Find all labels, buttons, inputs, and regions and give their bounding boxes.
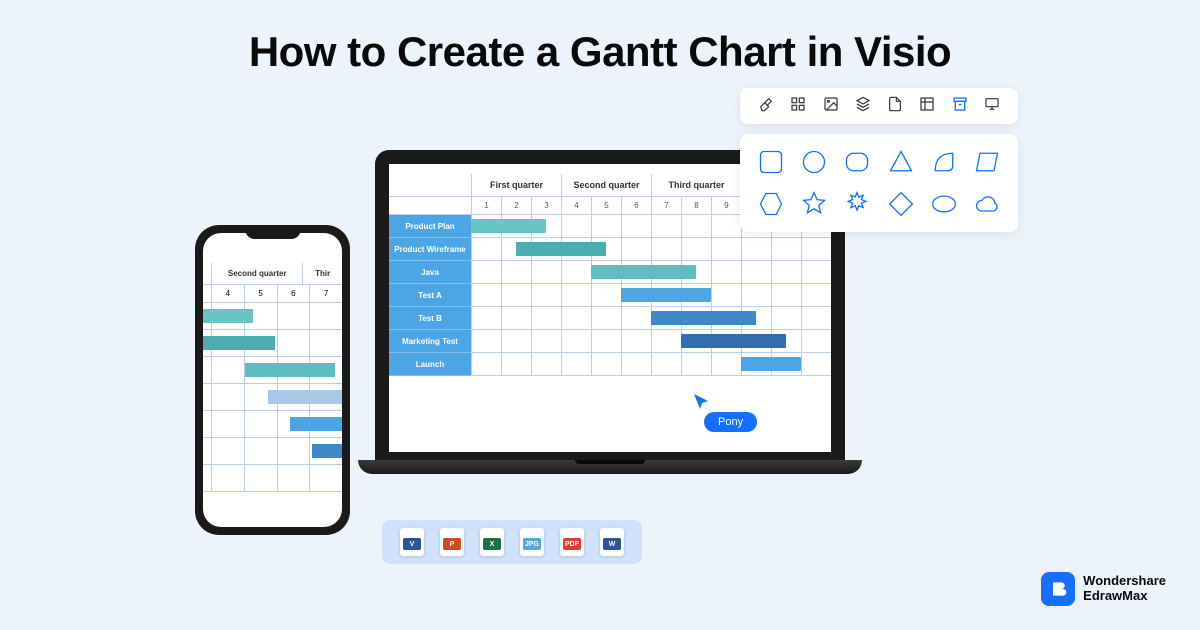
phone-quarter: Thir — [302, 263, 342, 284]
gantt-row: Marketing Test — [389, 330, 831, 353]
jpg-file-icon[interactable]: JPG — [520, 528, 544, 556]
phone-quarter: Second quarter — [211, 263, 302, 284]
tool-toolbar — [740, 88, 1018, 124]
gantt-row: Product Wireframe — [389, 238, 831, 261]
task-name: Product Plan — [389, 215, 471, 238]
phone-gantt-row — [203, 330, 342, 357]
gantt-row: Test B — [389, 307, 831, 330]
shape-ellipse[interactable] — [929, 190, 958, 218]
visio-file-icon[interactable]: V — [400, 528, 424, 556]
shape-circle[interactable] — [799, 148, 828, 176]
task-name: Java — [389, 261, 471, 284]
eraser-icon[interactable] — [758, 96, 774, 117]
task-name: Test B — [389, 307, 471, 330]
phone-month: 5 — [244, 285, 277, 302]
gantt-row: Launch — [389, 353, 831, 376]
gantt-bar[interactable] — [591, 265, 696, 279]
phone-gantt-row — [203, 303, 342, 330]
phone-gantt-row — [203, 411, 342, 438]
shape-cloud[interactable] — [973, 190, 1002, 218]
gantt-bar[interactable] — [651, 311, 756, 325]
brand-logo: Wondershare EdrawMax — [1041, 572, 1166, 606]
table-icon[interactable] — [919, 96, 935, 117]
month-header: 7 — [651, 197, 681, 214]
month-header: 5 — [591, 197, 621, 214]
phone-gantt-row — [203, 438, 342, 465]
shape-hexagon[interactable] — [756, 190, 785, 218]
month-header: 3 — [531, 197, 561, 214]
quarter-header: First quarter — [471, 174, 561, 196]
month-header: 9 — [711, 197, 741, 214]
task-name: Launch — [389, 353, 471, 376]
month-header: 2 — [501, 197, 531, 214]
shape-burst[interactable] — [843, 190, 872, 218]
phone-month: 4 — [211, 285, 244, 302]
pdf-file-icon[interactable]: PDF — [560, 528, 584, 556]
month-header: 1 — [471, 197, 501, 214]
document-icon[interactable] — [887, 96, 903, 117]
page-title: How to Create a Gantt Chart in Visio — [0, 28, 1200, 76]
export-formats-bar: V P X JPG PDF W — [382, 520, 642, 564]
phone-mockup: Second quarter Thir 4 5 6 7 — [195, 225, 350, 535]
logo-line2: EdrawMax — [1083, 589, 1166, 604]
gantt-bar[interactable] — [621, 288, 711, 302]
phone-gantt-row — [203, 357, 342, 384]
shape-square[interactable] — [756, 148, 785, 176]
shape-rounded[interactable] — [843, 148, 872, 176]
user-cursor-badge: Pony — [704, 412, 757, 432]
gantt-bar[interactable] — [741, 357, 801, 371]
shapes-panel — [740, 134, 1018, 232]
ppt-file-icon[interactable]: P — [440, 528, 464, 556]
word-file-icon[interactable]: W — [600, 528, 624, 556]
shape-leaf[interactable] — [929, 148, 958, 176]
shape-triangle[interactable] — [886, 148, 915, 176]
present-icon[interactable] — [984, 96, 1000, 117]
quarter-header: Second quarter — [561, 174, 651, 196]
excel-file-icon[interactable]: X — [480, 528, 504, 556]
shape-parallelogram[interactable] — [973, 148, 1002, 176]
image-icon[interactable] — [823, 96, 839, 117]
shape-diamond[interactable] — [886, 190, 915, 218]
gantt-row: Test A — [389, 284, 831, 307]
task-name: Test A — [389, 284, 471, 307]
month-header: 4 — [561, 197, 591, 214]
gantt-bar[interactable] — [681, 334, 786, 348]
phone-gantt-row — [203, 384, 342, 411]
month-header: 8 — [681, 197, 711, 214]
shape-star[interactable] — [799, 190, 828, 218]
archive-icon[interactable] — [952, 96, 968, 117]
gantt-bar[interactable] — [516, 242, 606, 256]
task-name: Product Wireframe — [389, 238, 471, 261]
gantt-bar[interactable] — [471, 219, 546, 233]
logo-line1: Wondershare — [1083, 574, 1166, 589]
edrawmax-logo-icon — [1041, 572, 1075, 606]
phone-gantt-row — [203, 465, 342, 492]
quarter-header: Third quarter — [651, 174, 741, 196]
grid-icon[interactable] — [790, 96, 806, 117]
gantt-row: Java — [389, 261, 831, 284]
task-name: Marketing Test — [389, 330, 471, 353]
phone-month: 6 — [277, 285, 310, 302]
month-header: 6 — [621, 197, 651, 214]
layers-icon[interactable] — [855, 96, 871, 117]
phone-month: 7 — [309, 285, 342, 302]
